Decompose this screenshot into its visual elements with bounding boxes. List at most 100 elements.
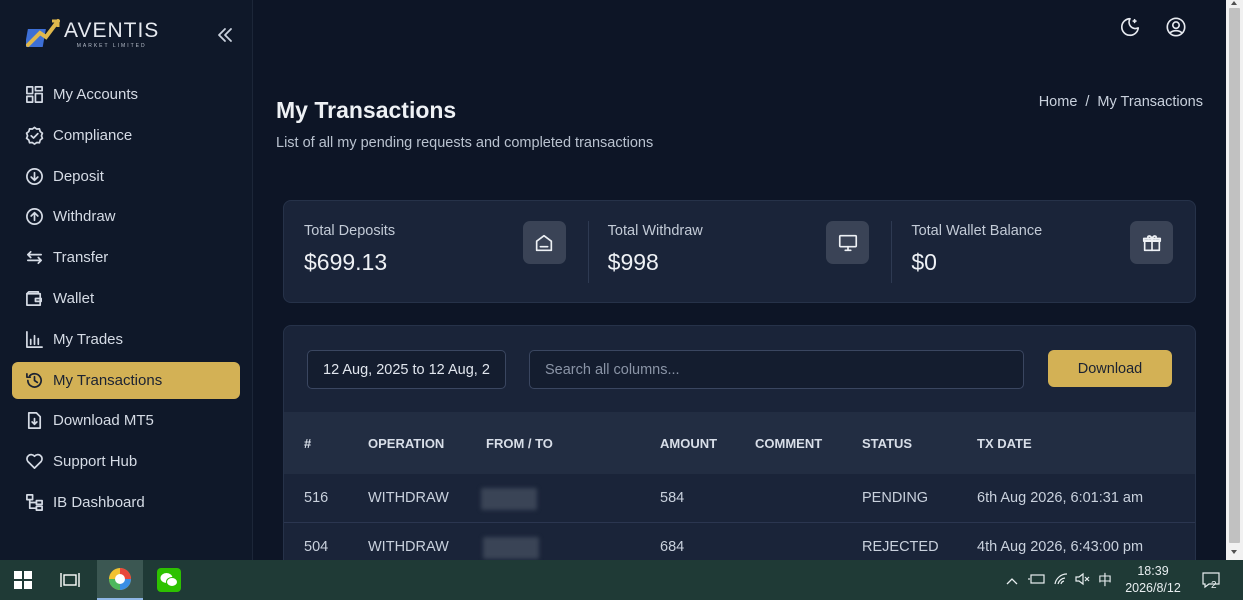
sidebar-item-withdraw[interactable]: Withdraw: [12, 198, 240, 235]
moon-icon: [1121, 17, 1140, 37]
column-header-id[interactable]: #: [304, 436, 311, 451]
ime-indicator[interactable]: 中: [1098, 570, 1112, 590]
sidebar-item-label: Download MT5: [53, 412, 154, 430]
transactions-card: Download # OPERATION FROM / TO AMOUNT CO…: [283, 325, 1196, 570]
arrow-down-circle-icon: [24, 166, 44, 186]
bank-icon: [522, 221, 566, 264]
taskbar-browser-app[interactable]: [97, 560, 143, 600]
sidebar-item-wallet[interactable]: Wallet: [12, 280, 240, 317]
theme-toggle-button[interactable]: [1119, 16, 1143, 40]
table-header: # OPERATION FROM / TO AMOUNT COMMENT STA…: [284, 412, 1195, 474]
sidebar-nav: My Accounts Compliance Deposit Withdraw …: [12, 76, 240, 525]
clock-time: 18:39: [1137, 564, 1169, 578]
column-header-comment[interactable]: COMMENT: [755, 436, 822, 451]
logo-mark-icon: [24, 17, 60, 51]
sidebar-item-label: Transfer: [53, 249, 109, 267]
clock-date: 2026/8/12: [1125, 581, 1181, 595]
sidebar-item-my-accounts[interactable]: My Accounts: [12, 76, 240, 113]
volume-muted-icon[interactable]: [1075, 572, 1091, 589]
wifi-icon[interactable]: [1053, 572, 1069, 589]
chevrons-left-icon: [218, 28, 232, 42]
cell-id: 516: [304, 490, 329, 506]
breadcrumb-separator: /: [1085, 94, 1090, 110]
chart-icon: [24, 329, 44, 349]
cell-id: 504: [304, 539, 329, 555]
column-header-tx-date[interactable]: TX DATE: [977, 436, 1032, 451]
stat-total-wallet-balance: Total Wallet Balance $0: [891, 201, 1195, 302]
wallet-icon: [24, 288, 44, 308]
gift-icon: [1130, 221, 1174, 264]
table-row[interactable]: 516 WITHDRAW 584 PENDING 6th Aug 2026, 6…: [284, 474, 1195, 523]
cell-status: REJECTED: [862, 539, 939, 555]
stat-total-deposits: Total Deposits $699.13: [284, 201, 588, 302]
brand-logo[interactable]: AVENTIS MARKET LIMITED: [24, 14, 159, 54]
cell-from-to-redacted: [483, 537, 539, 559]
sidebar-item-label: Withdraw: [53, 208, 116, 226]
user-circle-icon: [1166, 17, 1186, 37]
scrollbar-thumb[interactable]: [1229, 8, 1240, 543]
cell-tx-date: 4th Aug 2026, 6:43:00 pm: [977, 539, 1144, 555]
notification-count: 2: [1211, 580, 1217, 591]
scroll-down-icon[interactable]: [1231, 550, 1237, 554]
page-scrollbar[interactable]: [1226, 0, 1243, 560]
sidebar-item-label: Compliance: [53, 126, 133, 144]
cell-amount: 584: [660, 490, 685, 506]
breadcrumb-current: My Transactions: [1097, 94, 1203, 110]
sidebar-item-label: Deposit: [53, 167, 104, 185]
taskbar-wechat-app[interactable]: [147, 560, 191, 600]
sidebar-item-compliance[interactable]: Compliance: [12, 117, 240, 154]
windows-logo-icon: [14, 571, 32, 589]
sidebar-item-my-transactions[interactable]: My Transactions: [12, 361, 240, 399]
browser-icon: [109, 568, 131, 590]
breadcrumb-home[interactable]: Home: [1039, 94, 1078, 110]
search-input[interactable]: [529, 350, 1024, 389]
sidebar-item-label: My Accounts: [53, 86, 139, 103]
stat-total-withdraw: Total Withdraw $998: [587, 201, 892, 302]
sidebar-item-deposit[interactable]: Deposit: [12, 158, 240, 195]
tray-expand-icon[interactable]: [1006, 573, 1022, 588]
page-subtitle: List of all my pending requests and comp…: [276, 135, 654, 151]
scroll-up-icon[interactable]: [1231, 1, 1237, 5]
arrows-swap-icon: [24, 248, 44, 268]
stats-card: Total Deposits $699.13 Total Withdraw $9…: [283, 200, 1196, 303]
file-download-icon: [24, 411, 44, 431]
column-header-amount[interactable]: AMOUNT: [660, 436, 717, 451]
history-icon: [24, 370, 44, 390]
brand-subtitle: MARKET LIMITED: [76, 42, 147, 49]
profile-button[interactable]: [1165, 16, 1189, 40]
task-view-button[interactable]: [48, 560, 92, 600]
wechat-icon: [157, 568, 181, 592]
task-view-icon: [60, 573, 80, 587]
cell-operation: WITHDRAW: [368, 490, 449, 506]
sidebar-item-label: My Transactions: [53, 371, 163, 389]
hierarchy-icon: [24, 492, 44, 512]
collapse-sidebar-button[interactable]: [214, 24, 236, 46]
date-range-picker[interactable]: [307, 350, 506, 389]
cell-status: PENDING: [862, 490, 929, 506]
cell-amount: 684: [660, 539, 685, 555]
notification-center-button[interactable]: 2: [1196, 560, 1226, 600]
column-header-from-to[interactable]: FROM / TO: [486, 436, 553, 451]
cell-from-to-redacted: [481, 488, 537, 510]
download-button[interactable]: Download: [1048, 350, 1172, 387]
breadcrumb: Home / My Transactions: [1039, 94, 1203, 110]
sidebar: AVENTIS MARKET LIMITED My Accounts Compl…: [0, 0, 253, 560]
sidebar-item-my-trades[interactable]: My Trades: [12, 321, 240, 358]
cell-operation: WITHDRAW: [368, 539, 449, 555]
badge-check-icon: [24, 125, 44, 145]
start-button[interactable]: [0, 560, 46, 600]
sidebar-item-transfer[interactable]: Transfer: [12, 239, 240, 276]
os-taskbar: 中 18:39 2026/8/12 2: [0, 560, 1243, 600]
monitor-icon: [826, 221, 870, 264]
column-header-status[interactable]: STATUS: [862, 436, 912, 451]
system-clock[interactable]: 18:39 2026/8/12: [1120, 563, 1186, 597]
sidebar-item-download-mt5[interactable]: Download MT5: [12, 402, 240, 439]
sidebar-item-label: Wallet: [53, 289, 95, 307]
sidebar-item-label: Support Hub: [53, 453, 138, 471]
column-header-operation[interactable]: OPERATION: [368, 436, 444, 451]
sidebar-item-support-hub[interactable]: Support Hub: [12, 443, 240, 480]
sidebar-item-ib-dashboard[interactable]: IB Dashboard: [12, 484, 240, 521]
grid-icon: [24, 85, 44, 105]
battery-icon[interactable]: [1028, 573, 1046, 588]
page-title: My Transactions: [276, 97, 457, 123]
